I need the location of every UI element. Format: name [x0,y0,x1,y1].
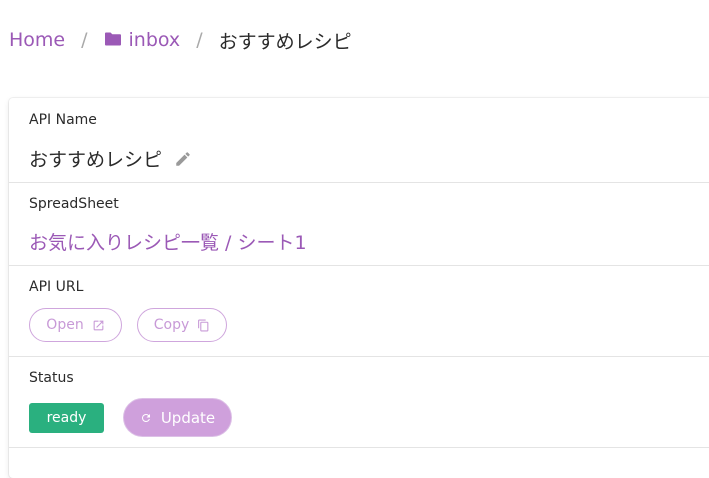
external-link-icon [93,320,104,330]
open-button[interactable]: Open [29,308,122,342]
spreadsheet-label: SpreadSheet [29,196,119,212]
copy-button-label: Copy [153,317,190,333]
status-row: Status [9,356,709,448]
status-badge: ready [29,403,104,433]
api-url-label: API URL [29,279,84,295]
breadcrumb-separator: / [81,29,88,51]
status-label: Status [29,370,74,386]
spreadsheet-link[interactable]: お気に入りレシピ一覧 / シート1 [29,228,307,255]
refresh-icon [141,413,150,422]
api-name-label: API Name [29,112,97,128]
api-detail-card: API Name おすすめレシピ SpreadSheet お気に入りレシピ一覧 … [9,98,709,478]
breadcrumb-folder[interactable]: inbox [104,29,181,51]
api-name-text: おすすめレシピ [29,149,163,171]
update-button[interactable]: Update [123,398,232,437]
folder-icon [104,32,121,46]
copy-button[interactable]: Copy [137,308,227,342]
copy-icon [198,319,209,331]
update-button-label: Update [160,408,216,427]
pencil-icon[interactable] [174,150,192,168]
api-name-value: おすすめレシピ [29,145,192,172]
breadcrumb-folder-label: inbox [128,29,181,51]
open-button-label: Open [46,317,84,333]
breadcrumb-current: おすすめレシピ [218,30,352,53]
breadcrumb-home[interactable]: Home [9,29,65,51]
breadcrumb: Home / inbox / おすすめレシピ [9,26,352,54]
breadcrumb-separator: / [196,29,203,51]
